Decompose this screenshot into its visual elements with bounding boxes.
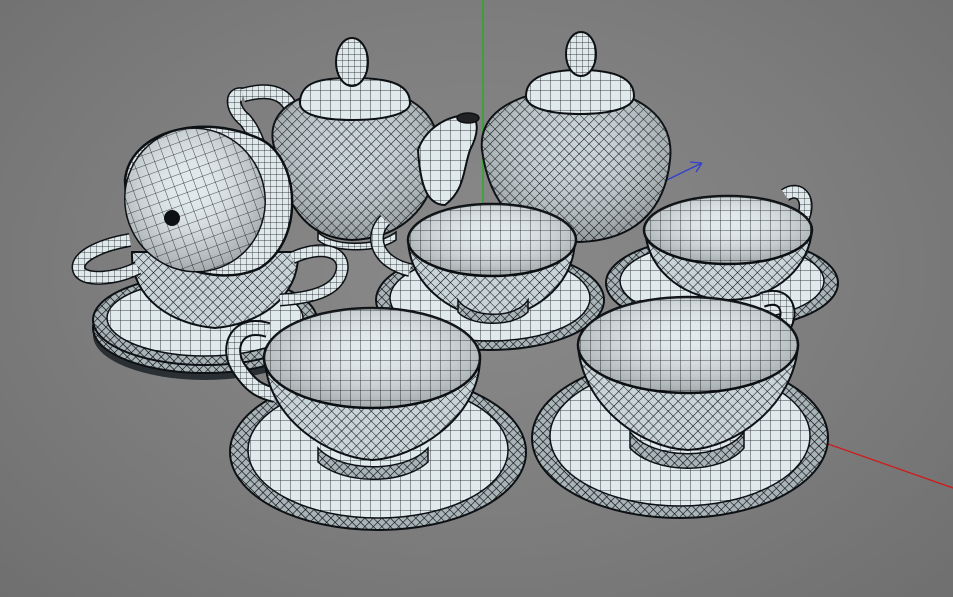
3d-viewport[interactable] (0, 0, 953, 597)
cup-bottom-center-icon (164, 210, 180, 226)
viewport-canvas[interactable] (0, 0, 953, 597)
z-axis-arrow-icon (689, 161, 703, 173)
